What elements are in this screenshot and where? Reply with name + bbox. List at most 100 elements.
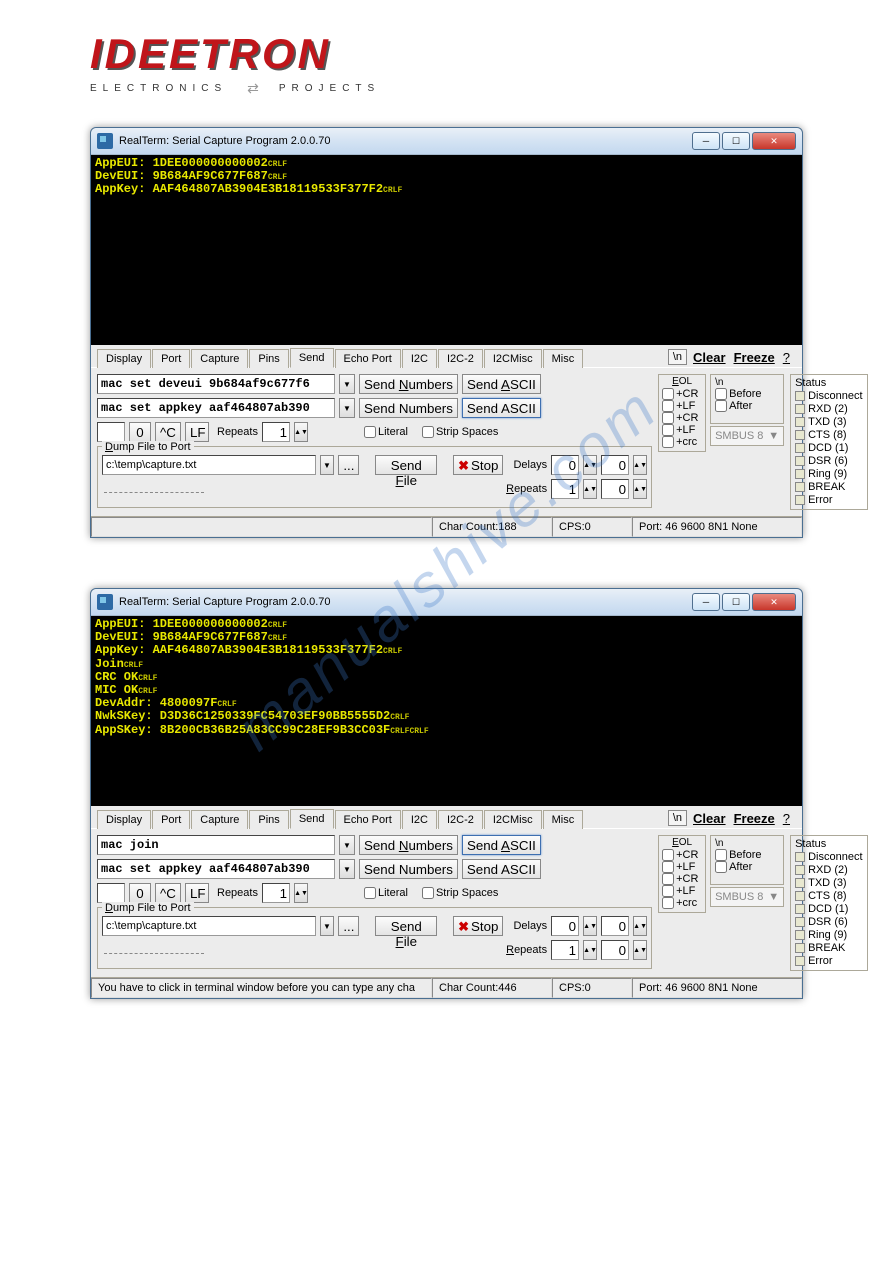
minimize-button[interactable]: ─	[692, 132, 720, 150]
eol-lf-1[interactable]	[662, 861, 674, 873]
titlebar[interactable]: RealTerm: Serial Capture Program 2.0.0.7…	[91, 128, 802, 155]
strip-spaces-checkbox[interactable]	[422, 426, 434, 438]
tab-send[interactable]: Send	[290, 809, 334, 829]
repeats-input[interactable]	[262, 883, 290, 903]
after-checkbox[interactable]	[715, 400, 727, 412]
repeats-file-2[interactable]	[601, 479, 629, 499]
delay-2-input[interactable]	[601, 455, 629, 475]
freeze-button[interactable]: Freeze	[732, 350, 777, 365]
tab-pins[interactable]: Pins	[249, 349, 288, 368]
tab-i2c2[interactable]: I2C-2	[438, 810, 483, 829]
clear-button[interactable]: Clear	[691, 811, 728, 826]
repeats-input[interactable]	[262, 422, 290, 442]
eol-crc[interactable]	[662, 436, 674, 448]
zero-button[interactable]: 0	[129, 883, 151, 903]
clear-button[interactable]: Clear	[691, 350, 728, 365]
send-ascii-button-2[interactable]: Send ASCII	[462, 859, 541, 879]
send-file-button[interactable]: Send File	[375, 455, 437, 475]
minimize-button[interactable]: ─	[692, 593, 720, 611]
delay-1-input[interactable]	[551, 455, 579, 475]
terminal-output[interactable]: AppEUI: 1DEE000000000002CRLF DevEUI: 9B6…	[91, 616, 802, 806]
spinner-icon[interactable]: ▲▼	[583, 479, 597, 499]
tab-i2c[interactable]: I2C	[402, 810, 437, 829]
terminal-output[interactable]: AppEUI: 1DEE000000000002CRLF DevEUI: 9B6…	[91, 155, 802, 345]
spinner-icon[interactable]: ▲▼	[583, 916, 597, 936]
close-button[interactable]: ✕	[752, 132, 796, 150]
eol-cr-1[interactable]	[662, 388, 674, 400]
repeats-file-1[interactable]	[551, 479, 579, 499]
titlebar[interactable]: RealTerm: Serial Capture Program 2.0.0.7…	[91, 589, 802, 616]
ctrl-c-button[interactable]: ^C	[155, 422, 181, 442]
zero-button[interactable]: 0	[129, 422, 151, 442]
repeats-file-1[interactable]	[551, 940, 579, 960]
tab-display[interactable]: Display	[97, 349, 151, 368]
tab-misc[interactable]: Misc	[543, 349, 584, 368]
tab-misc[interactable]: Misc	[543, 810, 584, 829]
command-input-2[interactable]	[97, 398, 335, 418]
send-ascii-button-2[interactable]: Send ASCII	[462, 398, 541, 418]
lf-button[interactable]: LF	[185, 883, 209, 903]
newline-toggle[interactable]: \n	[668, 810, 687, 826]
tab-i2cmisc[interactable]: I2CMisc	[484, 349, 542, 368]
eol-cr-1[interactable]	[662, 849, 674, 861]
command-input-1[interactable]	[97, 835, 335, 855]
send-ascii-button-1[interactable]: Send ASCII	[462, 835, 541, 855]
send-numbers-button-1[interactable]: Send Numbers	[359, 835, 458, 855]
send-ascii-button-1[interactable]: Send ASCII	[462, 374, 541, 394]
spinner-icon[interactable]: ▲▼	[633, 479, 647, 499]
spinner-icon[interactable]: ▲▼	[633, 940, 647, 960]
browse-button[interactable]: ...	[338, 916, 359, 936]
help-button[interactable]: ?	[781, 811, 792, 826]
tab-i2cmisc[interactable]: I2CMisc	[484, 810, 542, 829]
spinner-icon[interactable]: ▲▼	[583, 455, 597, 475]
dropdown-icon[interactable]: ▼	[339, 859, 355, 879]
tab-capture[interactable]: Capture	[191, 810, 248, 829]
dropdown-icon[interactable]: ▼	[320, 455, 335, 475]
browse-button[interactable]: ...	[338, 455, 359, 475]
before-checkbox[interactable]	[715, 388, 727, 400]
newline-toggle[interactable]: \n	[668, 349, 687, 365]
send-numbers-button-2[interactable]: Send Numbers	[359, 398, 458, 418]
send-numbers-button-1[interactable]: Send Numbers	[359, 374, 458, 394]
tab-capture[interactable]: Capture	[191, 349, 248, 368]
tab-port[interactable]: Port	[152, 810, 190, 829]
tab-display[interactable]: Display	[97, 810, 151, 829]
repeats-file-2[interactable]	[601, 940, 629, 960]
tab-pins[interactable]: Pins	[249, 810, 288, 829]
dropdown-icon[interactable]: ▼	[339, 398, 355, 418]
tab-echoport[interactable]: Echo Port	[335, 810, 401, 829]
maximize-button[interactable]: ☐	[722, 593, 750, 611]
spinner-icon[interactable]: ▲▼	[633, 916, 647, 936]
strip-spaces-checkbox[interactable]	[422, 887, 434, 899]
ctrl-c-button[interactable]: ^C	[155, 883, 181, 903]
dump-path-input[interactable]	[102, 916, 316, 936]
eol-lf-2[interactable]	[662, 424, 674, 436]
char-field[interactable]	[97, 883, 125, 903]
literal-checkbox[interactable]	[364, 426, 376, 438]
spinner-icon[interactable]: ▲▼	[294, 422, 308, 442]
tab-echoport[interactable]: Echo Port	[335, 349, 401, 368]
spinner-icon[interactable]: ▲▼	[294, 883, 308, 903]
after-checkbox[interactable]	[715, 861, 727, 873]
smbus-dropdown[interactable]: SMBUS 8▼	[710, 887, 784, 907]
spinner-icon[interactable]: ▲▼	[633, 455, 647, 475]
dump-path-input[interactable]	[102, 455, 316, 475]
stop-button[interactable]: ✖Stop	[453, 916, 503, 936]
command-input-2[interactable]	[97, 859, 335, 879]
delay-1-input[interactable]	[551, 916, 579, 936]
smbus-dropdown[interactable]: SMBUS 8▼	[710, 426, 784, 446]
tab-i2c2[interactable]: I2C-2	[438, 349, 483, 368]
before-checkbox[interactable]	[715, 849, 727, 861]
tab-port[interactable]: Port	[152, 349, 190, 368]
char-field[interactable]	[97, 422, 125, 442]
spinner-icon[interactable]: ▲▼	[583, 940, 597, 960]
eol-lf-1[interactable]	[662, 400, 674, 412]
eol-crc[interactable]	[662, 897, 674, 909]
send-numbers-button-2[interactable]: Send Numbers	[359, 859, 458, 879]
dropdown-icon[interactable]: ▼	[320, 916, 335, 936]
stop-button[interactable]: ✖Stop	[453, 455, 503, 475]
delay-2-input[interactable]	[601, 916, 629, 936]
command-input-1[interactable]	[97, 374, 335, 394]
tab-i2c[interactable]: I2C	[402, 349, 437, 368]
send-file-button[interactable]: Send File	[375, 916, 437, 936]
